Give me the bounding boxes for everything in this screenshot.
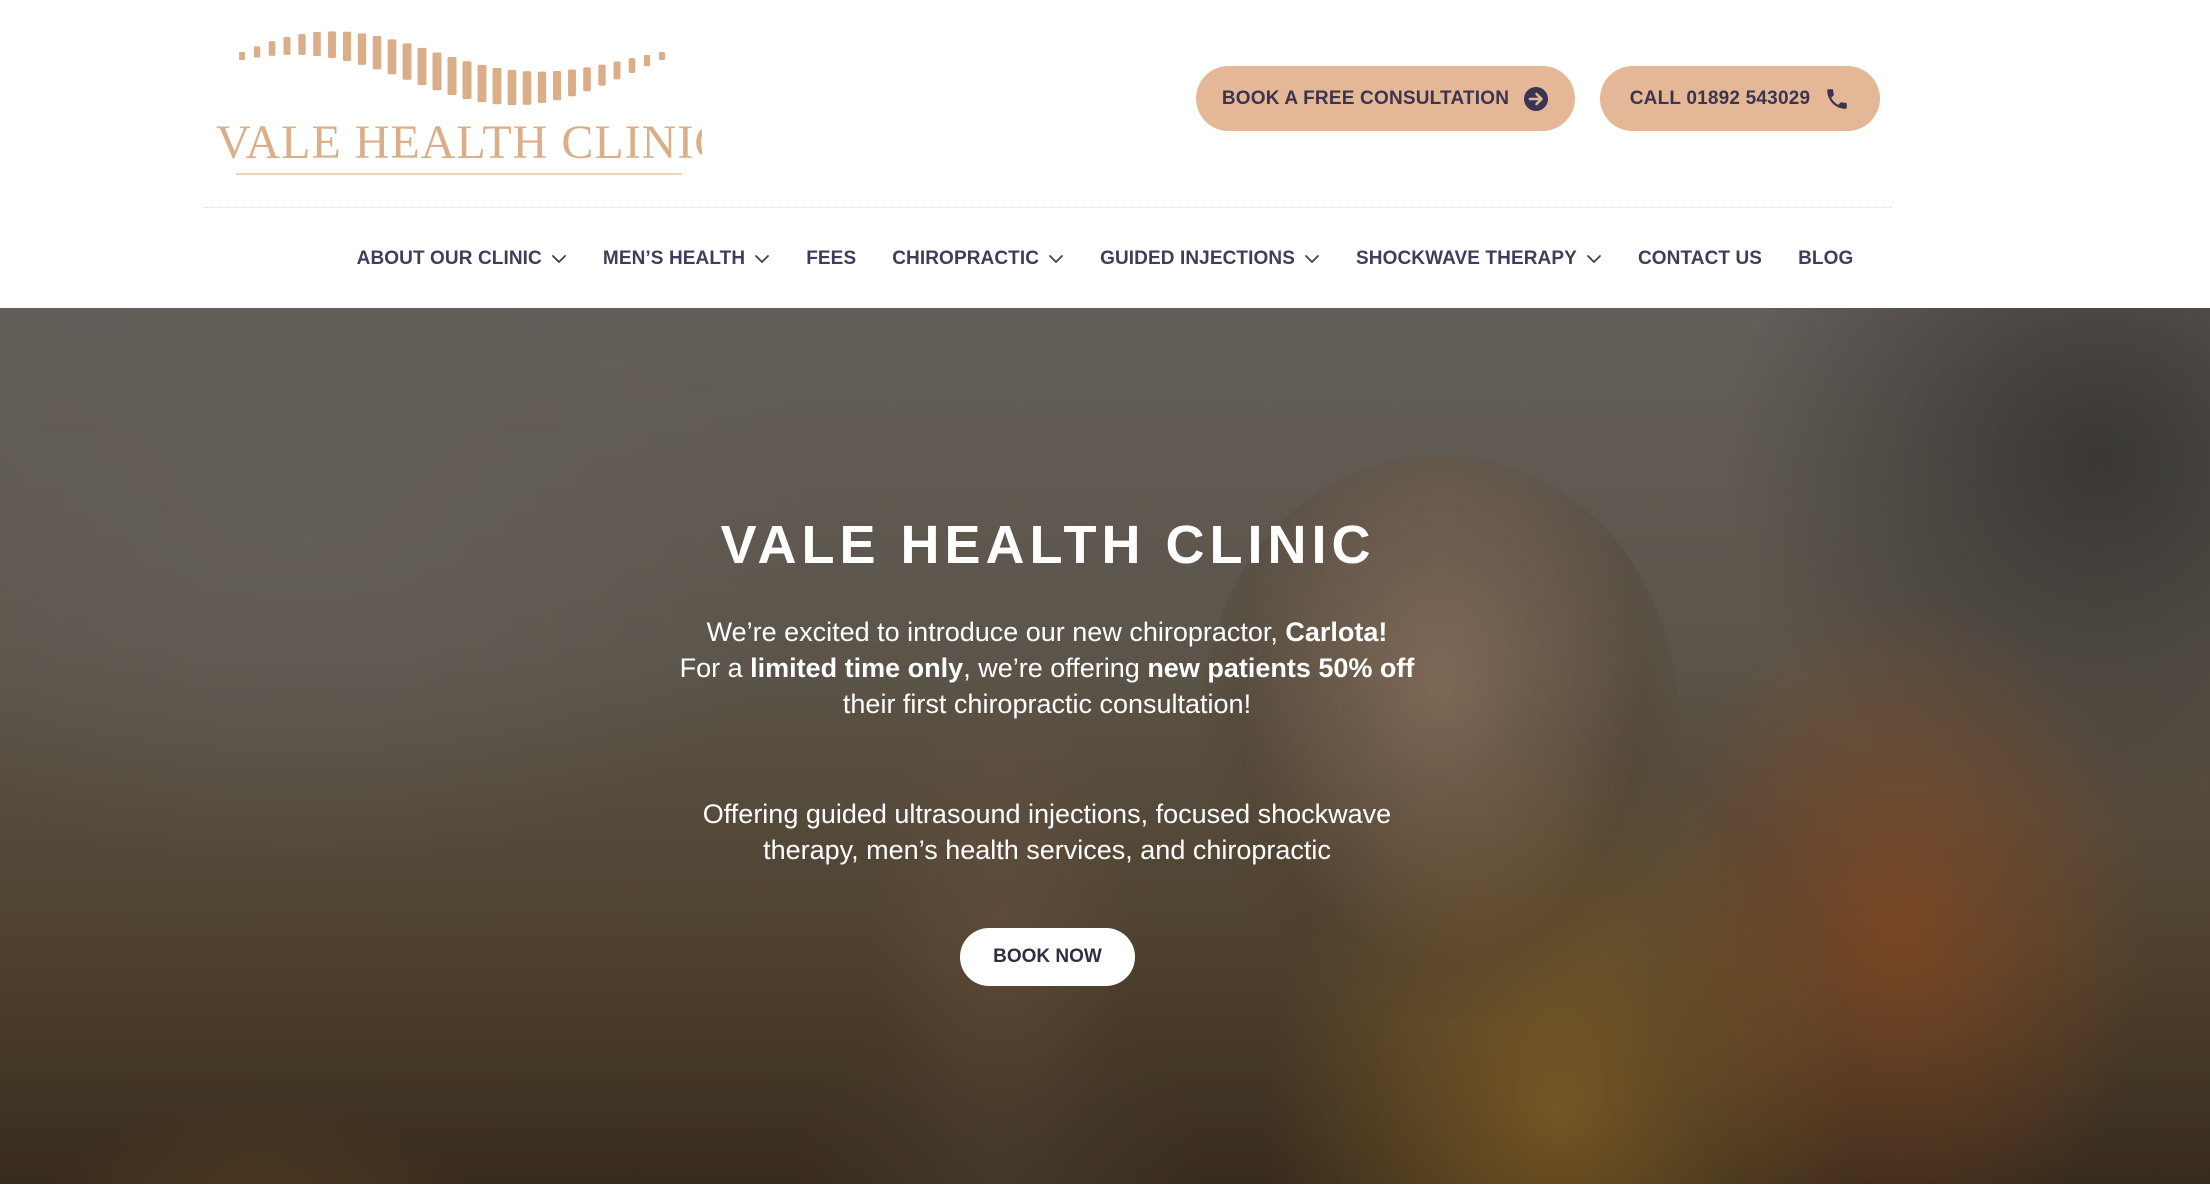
nav-item-label: GUIDED INJECTIONS bbox=[1100, 248, 1295, 269]
arrow-right-circle-icon bbox=[1523, 86, 1549, 112]
hero-intro-text-3: , we’re offering bbox=[963, 653, 1148, 683]
hero-intro: We’re excited to introduce our new chiro… bbox=[655, 614, 1439, 722]
nav-item-label: BLOG bbox=[1798, 248, 1854, 269]
hero-services-text: Offering guided ultrasound injections, f… bbox=[702, 799, 1392, 865]
hero-intro-highlight-offer: new patients 50% off bbox=[1147, 653, 1415, 683]
hero-intro-highlight-limited: limited time only bbox=[750, 653, 964, 683]
nav-item-blog[interactable]: BLOG bbox=[1798, 248, 1853, 270]
book-consultation-button[interactable]: BOOK A FREE CONSULTATION bbox=[1196, 66, 1575, 131]
header-divider bbox=[204, 207, 1892, 208]
logo-wave-bar bbox=[283, 37, 291, 55]
logo-wave-bar bbox=[477, 64, 487, 103]
hero-intro-text-4: their first chiropractic consultation! bbox=[842, 689, 1252, 719]
logo-wave-bar bbox=[417, 47, 427, 86]
logo-wave-bar bbox=[402, 43, 412, 80]
logo-wave-bar bbox=[462, 61, 472, 100]
nav-item-label: FEES bbox=[806, 248, 857, 269]
book-consultation-label: BOOK A FREE CONSULTATION bbox=[1221, 87, 1510, 109]
logo-wave-bar bbox=[268, 41, 276, 56]
hero-content: VALE HEALTH CLINIC We’re excited to intr… bbox=[0, 308, 2210, 1184]
nav-item-label: ABOUT OUR CLINIC bbox=[356, 248, 542, 269]
chevron-down-icon[interactable] bbox=[1304, 254, 1320, 264]
logo-wave-bar bbox=[313, 32, 321, 56]
logo-wave-bar bbox=[492, 67, 502, 105]
hero-banner: VALE HEALTH CLINIC We’re excited to intr… bbox=[0, 308, 2210, 1184]
nav-item-label: MEN’S HEALTH bbox=[602, 248, 746, 269]
hero-intro-highlight-name: Carlota! bbox=[1285, 617, 1388, 647]
logo-wave-bar bbox=[583, 67, 591, 92]
logo-wave-bar bbox=[253, 46, 261, 58]
book-now-button[interactable]: BOOK NOW bbox=[960, 928, 1135, 986]
site-header: VALE HEALTH CLINIC BOOK A FREE CONSULTAT… bbox=[0, 0, 2210, 308]
logo-wave-bar bbox=[432, 52, 442, 91]
logo-wave-bar bbox=[357, 33, 367, 65]
hero-intro-text-1: We’re excited to introduce our new chiro… bbox=[706, 617, 1286, 647]
logo-wave-bar bbox=[298, 33, 306, 55]
logo-wordmark: VALE HEALTH CLINIC bbox=[216, 116, 702, 169]
main-navigation: ABOUT OUR CLINIC MEN’S HEALTH FEES CHIROPRA… bbox=[0, 230, 2210, 288]
logo-wave-bar bbox=[568, 69, 576, 97]
hero-title: VALE HEALTH CLINIC bbox=[720, 515, 1376, 575]
chevron-down-icon[interactable] bbox=[551, 254, 567, 264]
nav-item-contact-us[interactable]: CONTACT US bbox=[1638, 248, 1762, 270]
nav-item-label: CHIROPRACTIC bbox=[892, 248, 1040, 269]
logo-wave-bar bbox=[643, 54, 651, 67]
nav-item-label: SHOCKWAVE THERAPY bbox=[1356, 248, 1577, 269]
logo-graphic: VALE HEALTH CLINIC bbox=[216, 31, 702, 175]
logo-wave-bar bbox=[507, 70, 517, 106]
logo-wave-bar bbox=[372, 35, 382, 70]
nav-item-fees[interactable]: FEES bbox=[806, 248, 856, 270]
logo-wave-bar bbox=[552, 70, 562, 101]
hero-intro-text-2: For a bbox=[679, 653, 751, 683]
logo-wave-bar bbox=[613, 61, 621, 80]
nav-item-chiropractic[interactable]: CHIROPRACTIC bbox=[892, 248, 1064, 270]
call-label: CALL 01892 543029 bbox=[1629, 87, 1811, 109]
logo-wave-bar bbox=[328, 31, 336, 59]
logo-wave-icon bbox=[239, 31, 665, 106]
phone-icon bbox=[1824, 86, 1850, 112]
chevron-down-icon[interactable] bbox=[1586, 254, 1602, 264]
nav-item-about-our-clinic[interactable]: ABOUT OUR CLINIC bbox=[357, 248, 567, 270]
logo-wave-bar bbox=[598, 64, 606, 86]
logo-wave-bar bbox=[387, 39, 397, 75]
nav-item-guided-injections[interactable]: GUIDED INJECTIONS bbox=[1100, 248, 1320, 270]
logo-wave-bar bbox=[342, 31, 352, 62]
logo-wave-bar bbox=[659, 52, 665, 61]
logo-wave-bar bbox=[522, 71, 532, 105]
call-button[interactable]: CALL 01892 543029 bbox=[1600, 66, 1880, 131]
chevron-down-icon[interactable] bbox=[754, 254, 770, 264]
logo-wave-bar bbox=[537, 71, 547, 104]
nav-item-label: CONTACT US bbox=[1637, 248, 1763, 269]
site-logo[interactable]: VALE HEALTH CLINIC bbox=[212, 18, 702, 178]
page-bottom-strip bbox=[0, 1184, 2210, 1202]
nav-item-men-s-health[interactable]: MEN’S HEALTH bbox=[603, 248, 770, 270]
nav-item-shockwave-therapy[interactable]: SHOCKWAVE THERAPY bbox=[1356, 248, 1602, 270]
logo-wave-bar bbox=[239, 52, 245, 61]
logo-wave-bar bbox=[447, 56, 457, 95]
logo-wave-bar bbox=[628, 58, 636, 73]
chevron-down-icon[interactable] bbox=[1048, 254, 1064, 264]
